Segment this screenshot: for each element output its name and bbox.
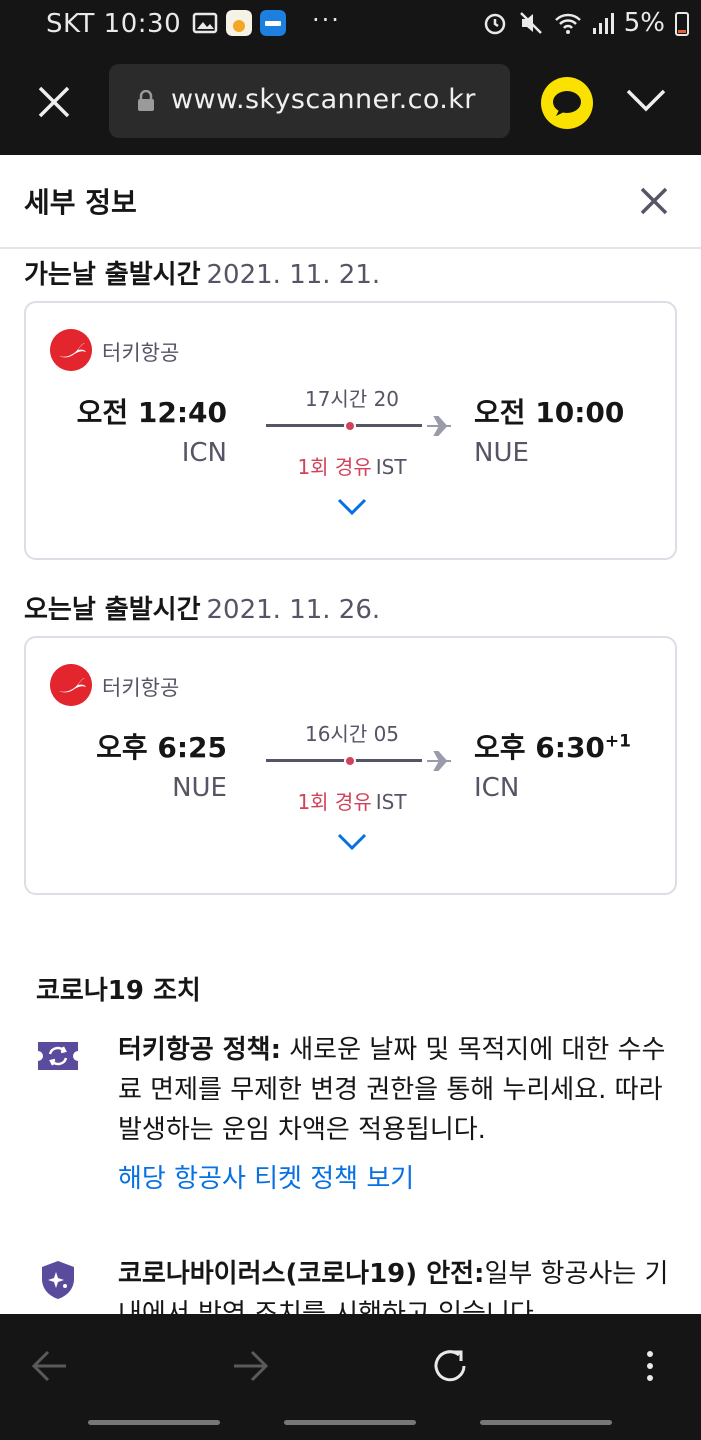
outbound-label: 가는날 출발시간 bbox=[24, 260, 201, 290]
flight-duration: 16시간 05 bbox=[304, 722, 400, 746]
expand-chevron-icon[interactable] bbox=[337, 832, 367, 852]
alarm-icon bbox=[484, 13, 505, 35]
plane-icon bbox=[427, 416, 451, 436]
stop-count: 1회 경유 bbox=[297, 455, 372, 479]
departure-airport: ICN bbox=[181, 438, 227, 468]
inbound-flight-card[interactable]: 터키항공 오후 6:25 NUE 16시간 05 1회 경유 IST 오후 6:3… bbox=[24, 636, 677, 895]
forward-arrow-icon[interactable] bbox=[230, 1346, 270, 1386]
departure-time: 오전 12:40 bbox=[76, 396, 227, 429]
stopover-dot bbox=[344, 755, 356, 767]
battery-icon bbox=[675, 12, 689, 36]
close-tab-icon[interactable] bbox=[36, 84, 72, 120]
address-bar[interactable]: www.skyscanner.co.kr bbox=[109, 64, 510, 138]
outbound-flight-card[interactable]: 터키항공 오전 12:40 ICN 17시간 20 1회 경유 IST 오전 10… bbox=[24, 301, 677, 560]
refresh-icon[interactable] bbox=[430, 1346, 470, 1386]
more-menu-icon[interactable] bbox=[630, 1346, 670, 1386]
chevron-down-icon[interactable] bbox=[625, 86, 667, 114]
arrival-time-value: 오후 6:30 bbox=[474, 731, 605, 764]
status-bar: SKT 10:30 ··· 5% bbox=[0, 0, 701, 52]
back-arrow-icon[interactable] bbox=[30, 1346, 70, 1386]
details-header: 세부 정보 bbox=[0, 155, 701, 249]
outbound-date: 2021. 11. 21. bbox=[206, 260, 381, 290]
stopover-dot bbox=[344, 420, 356, 432]
shield-sparkle-icon bbox=[42, 1261, 74, 1299]
page-title: 세부 정보 bbox=[24, 186, 137, 219]
close-icon[interactable] bbox=[638, 185, 670, 217]
airline-name: 터키항공 bbox=[102, 341, 180, 365]
expand-chevron-icon[interactable] bbox=[337, 497, 367, 517]
turkish-airlines-logo-icon bbox=[50, 664, 92, 706]
covid-safety-text: 코로나바이러스(코로나19) 안전:일부 항공사는 기내에서 방역 조치를 시행… bbox=[118, 1254, 673, 1314]
stop-airport: IST bbox=[375, 455, 407, 479]
signal-icon bbox=[592, 13, 614, 34]
day-offset: +1 bbox=[604, 731, 631, 752]
more-notifications-icon: ··· bbox=[312, 6, 341, 34]
ticket-change-icon bbox=[38, 1042, 78, 1070]
arrival-time: 오전 10:00 bbox=[474, 396, 625, 429]
inbound-heading: 오는날 출발시간 2021. 11. 26. bbox=[24, 589, 380, 626]
plane-icon bbox=[427, 751, 451, 771]
browser-toolbar: www.skyscanner.co.kr bbox=[0, 52, 701, 155]
battery-percent: 5% bbox=[623, 8, 665, 38]
stops-info: 1회 경유 IST bbox=[266, 786, 438, 815]
gallery-icon bbox=[192, 12, 218, 34]
lock-icon bbox=[138, 90, 154, 111]
safety-label: 코로나바이러스(코로나19) 안전: bbox=[118, 1259, 485, 1289]
browser-bottom-nav bbox=[0, 1314, 701, 1440]
gesture-bar bbox=[284, 1420, 416, 1425]
stops-info: 1회 경유 IST bbox=[266, 451, 438, 480]
outbound-heading: 가는날 출발시간 2021. 11. 21. bbox=[24, 254, 380, 291]
arrival-airport: NUE bbox=[474, 438, 529, 468]
arrival-airport: ICN bbox=[474, 773, 520, 803]
pop-app-icon bbox=[260, 10, 286, 36]
policy-label: 터키항공 정책: bbox=[118, 1035, 281, 1065]
smart-app-icon bbox=[226, 10, 252, 36]
airline-policy-text: 터키항공 정책: 새로운 날짜 및 목적지에 대한 수수료 면제를 무제한 변경… bbox=[118, 1030, 673, 1150]
airline-name: 터키항공 bbox=[102, 676, 180, 700]
inbound-date: 2021. 11. 26. bbox=[206, 595, 381, 625]
mute-icon bbox=[519, 12, 542, 34]
kakaotalk-button[interactable] bbox=[541, 77, 593, 129]
carrier-time: SKT 10:30 bbox=[46, 9, 182, 39]
flight-duration: 17시간 20 bbox=[304, 387, 400, 411]
departure-airport: NUE bbox=[172, 773, 227, 803]
gesture-bar bbox=[480, 1420, 612, 1425]
chat-bubble-icon bbox=[553, 91, 581, 116]
covid-section-title: 코로나19 조치 bbox=[36, 976, 201, 1006]
inbound-label: 오는날 출발시간 bbox=[24, 595, 201, 625]
stop-airport: IST bbox=[375, 790, 407, 814]
gesture-bar bbox=[88, 1420, 220, 1425]
ticket-policy-link[interactable]: 해당 항공사 티켓 정책 보기 bbox=[118, 1158, 414, 1195]
departure-time: 오후 6:25 bbox=[96, 731, 227, 764]
arrival-time: 오후 6:30+1 bbox=[474, 726, 631, 766]
stop-count: 1회 경유 bbox=[297, 790, 372, 814]
wifi-icon bbox=[554, 13, 581, 34]
turkish-airlines-logo-icon bbox=[50, 329, 92, 371]
url-text: www.skyscanner.co.kr bbox=[171, 84, 476, 115]
